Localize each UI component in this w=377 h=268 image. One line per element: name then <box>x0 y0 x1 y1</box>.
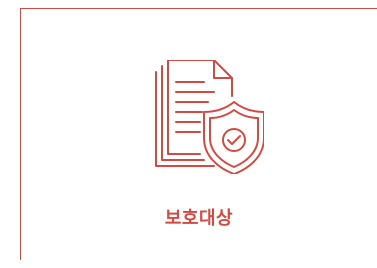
protection-target-card[interactable]: 보호대상 <box>20 8 377 260</box>
document-shield-icon <box>152 60 264 174</box>
card-label: 보호대상 <box>164 208 234 229</box>
